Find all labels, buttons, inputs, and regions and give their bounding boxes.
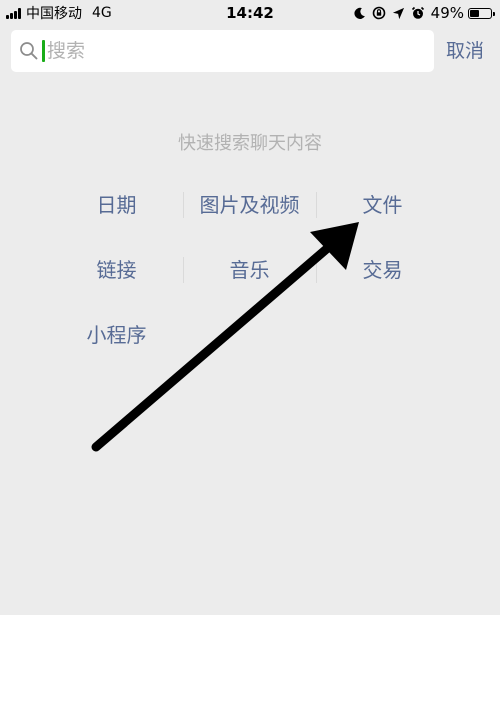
quick-search-files[interactable]: 文件 (316, 191, 449, 219)
quick-search-photos-videos[interactable]: 图片及视频 (183, 191, 316, 219)
rotation-lock-icon (372, 6, 386, 20)
quick-search-title: 快速搜索聊天内容 (178, 133, 322, 154)
cancel-button[interactable]: 取消 (446, 37, 484, 65)
text-caret (42, 40, 45, 62)
battery-icon (468, 7, 495, 19)
quick-search-transactions[interactable]: 交易 (316, 256, 449, 284)
quick-search-links[interactable]: 链接 (50, 256, 183, 284)
search-input[interactable] (47, 36, 427, 66)
battery-tip (493, 11, 495, 16)
quick-search-date[interactable]: 日期 (50, 191, 183, 219)
annotation-arrow (91, 222, 359, 452)
battery-percent: 49% (430, 4, 464, 22)
quick-search-mini-programs[interactable]: 小程序 (50, 321, 183, 349)
alarm-icon (411, 6, 425, 20)
quick-search-music[interactable]: 音乐 (183, 256, 316, 284)
search-icon (20, 42, 38, 60)
moon-icon (353, 7, 366, 20)
search-box[interactable] (11, 30, 434, 72)
status-right: 49% (353, 3, 495, 23)
location-icon (392, 7, 405, 20)
status-bar: 中国移动 4G 14:42 49% (0, 0, 500, 26)
battery-level-fill (470, 9, 479, 17)
search-screen: 中国移动 4G 14:42 49% 搜索 取消 快速搜索聊天内容 日期 图片及视… (0, 0, 500, 615)
